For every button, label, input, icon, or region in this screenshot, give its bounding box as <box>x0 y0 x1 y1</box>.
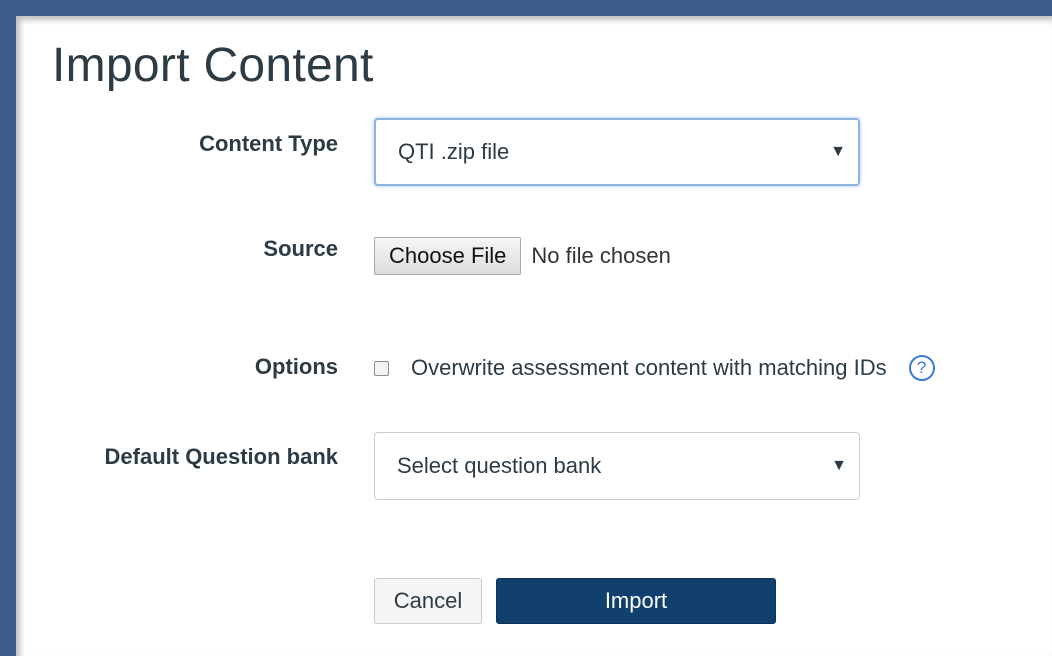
source-label: Source <box>263 236 338 261</box>
content-type-select[interactable]: QTI .zip file ▼ <box>374 118 860 186</box>
cancel-button[interactable]: Cancel <box>374 578 482 624</box>
overwrite-checkbox-label[interactable]: Overwrite assessment content with matchi… <box>411 355 887 381</box>
content-type-label: Content Type <box>199 131 338 156</box>
content-area <box>16 16 1052 656</box>
overwrite-checkbox[interactable] <box>374 360 389 376</box>
chevron-down-icon: ▼ <box>831 457 847 474</box>
import-button[interactable]: Import <box>496 578 776 624</box>
question-bank-label: Default Question bank <box>104 444 338 469</box>
overwrite-option: Overwrite assessment content with matchi… <box>374 352 935 384</box>
question-bank-select[interactable]: Select question bank ▼ <box>374 432 860 500</box>
file-picker: Choose File No file chosen <box>374 236 671 276</box>
window-frame: Import Content Content Type QTI .zip fil… <box>0 0 1052 656</box>
file-status: No file chosen <box>531 243 671 268</box>
options-label: Options <box>254 354 338 379</box>
page-title: Import Content <box>52 39 374 92</box>
content-type-value: QTI .zip file <box>398 139 510 164</box>
choose-file-button[interactable]: Choose File <box>374 237 522 275</box>
question-bank-value: Select question bank <box>397 453 602 478</box>
help-icon[interactable]: ? <box>908 355 935 381</box>
chevron-down-icon: ▼ <box>830 143 846 160</box>
